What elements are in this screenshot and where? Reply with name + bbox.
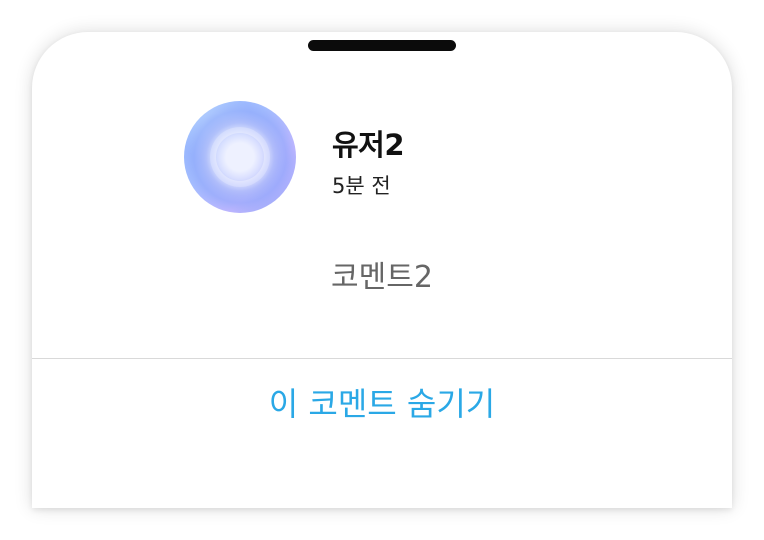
screen: 유저2 5분 전 코멘트2 이 코멘트 숨기기	[0, 0, 764, 540]
avatar[interactable]	[184, 101, 296, 213]
comment-timestamp: 5분 전	[332, 174, 391, 198]
hide-comment-button[interactable]: 이 코멘트 숨기기	[32, 359, 732, 479]
comment-text: 코멘트2	[331, 260, 433, 295]
hide-comment-label: 이 코멘트 숨기기	[268, 385, 496, 423]
avatar-orb-icon	[210, 127, 270, 187]
drag-handle[interactable]	[308, 40, 456, 51]
bottom-sheet: 유저2 5분 전 코멘트2 이 코멘트 숨기기	[32, 32, 732, 508]
user-name[interactable]: 유저2	[332, 122, 405, 164]
